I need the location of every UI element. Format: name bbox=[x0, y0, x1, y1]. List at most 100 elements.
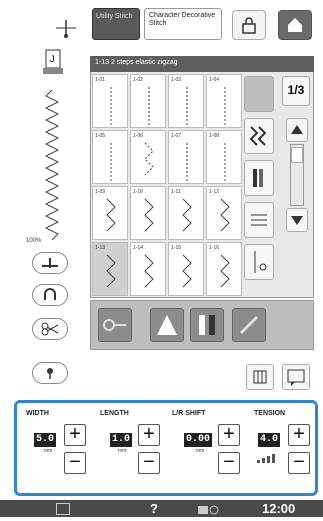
stitch-number: 1-13 bbox=[95, 245, 106, 251]
stitch-number: 1-05 bbox=[95, 133, 106, 139]
stitch-pattern-icon bbox=[110, 87, 112, 125]
stitch-number: 1-02 bbox=[133, 77, 144, 83]
screen-icon[interactable] bbox=[56, 503, 70, 515]
stitch-option-straight[interactable] bbox=[244, 160, 274, 196]
width-plus-button[interactable]: + bbox=[64, 424, 86, 446]
stitch-cell[interactable]: 1-13 bbox=[92, 242, 128, 296]
panel-title: 1-13 2 steps elastic zigzag bbox=[90, 56, 314, 72]
stitch-preview bbox=[42, 89, 62, 241]
pencil-icon bbox=[239, 315, 259, 335]
mirror-button[interactable] bbox=[190, 308, 224, 342]
stitch-pattern-icon bbox=[144, 198, 154, 232]
tension-value: 4.0 bbox=[258, 433, 280, 447]
page-indicator: 1/3 bbox=[282, 76, 310, 106]
camera-icon[interactable] bbox=[196, 503, 220, 515]
stitch-pattern-icon bbox=[186, 143, 188, 181]
scissors-icon bbox=[41, 322, 59, 336]
stitch-cell[interactable]: 1-07 bbox=[168, 130, 204, 184]
stitch-option-bobbin[interactable] bbox=[244, 244, 274, 280]
speech-button[interactable] bbox=[282, 364, 310, 390]
stitch-pattern-icon bbox=[182, 198, 192, 232]
stitch-number: 1-12 bbox=[209, 189, 220, 195]
pivot-button[interactable] bbox=[32, 362, 68, 384]
stitch-pattern-icon bbox=[182, 254, 192, 288]
stitch-cell[interactable]: 1-14 bbox=[130, 242, 166, 296]
threading-icon bbox=[42, 258, 58, 268]
tab-utility-stitch[interactable]: Utility Stitch bbox=[92, 8, 140, 40]
reverse-stitch-button[interactable] bbox=[32, 284, 68, 306]
stitch-cell[interactable]: 1-02 bbox=[130, 74, 166, 128]
stitch-cell[interactable]: 1-09 bbox=[92, 186, 128, 240]
scroll-down-button[interactable] bbox=[286, 208, 308, 232]
lr-shift-label: L/R SHIFT bbox=[172, 410, 206, 417]
needle-threading-button[interactable] bbox=[32, 252, 68, 274]
stitch-number: 1-09 bbox=[95, 189, 106, 195]
stitch-number: 1-07 bbox=[171, 133, 182, 139]
stitch-pattern-icon bbox=[224, 143, 226, 181]
stitch-cell[interactable]: 1-15 bbox=[168, 242, 204, 296]
tension-plus-button[interactable]: + bbox=[288, 424, 310, 446]
scroll-up-button[interactable] bbox=[286, 118, 308, 142]
width-unit: mm bbox=[44, 448, 53, 454]
lr-shift-plus-button[interactable]: + bbox=[218, 424, 240, 446]
length-plus-button[interactable]: + bbox=[138, 424, 160, 446]
stitch-pattern-icon bbox=[148, 87, 150, 125]
stitch-cell[interactable]: 1-10 bbox=[130, 186, 166, 240]
stitch-cell[interactable]: 1-08 bbox=[206, 130, 242, 184]
stitch-number: 1-03 bbox=[171, 77, 182, 83]
stitch-cell[interactable]: 1-06 bbox=[130, 130, 166, 184]
lock-icon bbox=[242, 17, 256, 34]
zigzag-icon bbox=[249, 126, 267, 146]
stitch-number: 1-01 bbox=[95, 77, 106, 83]
length-unit: mm bbox=[118, 448, 127, 454]
thread-cutter-button[interactable] bbox=[32, 318, 68, 340]
lock-button[interactable] bbox=[232, 10, 266, 40]
memory-key-button[interactable] bbox=[98, 308, 132, 342]
stitch-pattern-icon bbox=[220, 254, 230, 288]
stitch-cell[interactable]: 1-01 bbox=[92, 74, 128, 128]
lines-icon bbox=[251, 214, 267, 226]
help-button[interactable]: ? bbox=[150, 501, 158, 516]
stitch-option-lines[interactable] bbox=[244, 202, 274, 238]
tension-minus-button[interactable]: − bbox=[288, 452, 310, 474]
stitch-cell[interactable]: 1-04 bbox=[206, 74, 242, 128]
lr-shift-unit: mm bbox=[196, 448, 205, 454]
stitch-pattern-icon bbox=[106, 254, 116, 288]
stitch-cell[interactable]: 1-11 bbox=[168, 186, 204, 240]
home-button[interactable] bbox=[278, 10, 312, 40]
page-current: 1 bbox=[287, 83, 295, 97]
length-minus-button[interactable]: − bbox=[138, 452, 160, 474]
stitch-option-dots[interactable] bbox=[244, 76, 274, 112]
tension-level-icon bbox=[256, 450, 282, 463]
bobbin-icon bbox=[254, 251, 267, 273]
key-icon bbox=[103, 319, 126, 331]
stitch-pattern-icon bbox=[220, 198, 230, 232]
stitch-cell[interactable]: 1-16 bbox=[206, 242, 242, 296]
width-minus-button[interactable]: − bbox=[64, 452, 86, 474]
stitch-number: 1-16 bbox=[209, 245, 220, 251]
stitch-pattern-icon bbox=[106, 198, 116, 232]
tension-label: TENSION bbox=[254, 410, 286, 417]
home-icon bbox=[288, 18, 302, 32]
needle-position-icon bbox=[52, 18, 80, 38]
scrollbar-thumb[interactable] bbox=[291, 147, 303, 163]
memory-button[interactable] bbox=[246, 364, 274, 390]
lr-shift-minus-button[interactable]: − bbox=[218, 452, 240, 474]
image-button[interactable] bbox=[150, 308, 184, 342]
mountain-icon bbox=[157, 315, 177, 335]
presser-foot-icon: J bbox=[40, 48, 66, 78]
stitch-option-zigzag[interactable] bbox=[244, 118, 274, 154]
scrollbar-track[interactable] bbox=[290, 144, 304, 206]
length-value: 1.0 bbox=[110, 433, 132, 447]
stitch-number: 1-04 bbox=[209, 77, 220, 83]
stitch-number: 1-10 bbox=[133, 189, 144, 195]
stitch-cell[interactable]: 1-05 bbox=[92, 130, 128, 184]
tab-character-stitch[interactable]: Character Decorative Stitch bbox=[144, 8, 222, 40]
straight-stitch-icon bbox=[253, 169, 263, 187]
width-label: WIDTH bbox=[26, 410, 49, 417]
reverse-icon bbox=[44, 288, 56, 300]
stitch-cell[interactable]: 1-03 bbox=[168, 74, 204, 128]
stitch-cell[interactable]: 1-12 bbox=[206, 186, 242, 240]
edit-button[interactable] bbox=[232, 308, 266, 342]
stitch-pattern-icon bbox=[224, 87, 226, 125]
